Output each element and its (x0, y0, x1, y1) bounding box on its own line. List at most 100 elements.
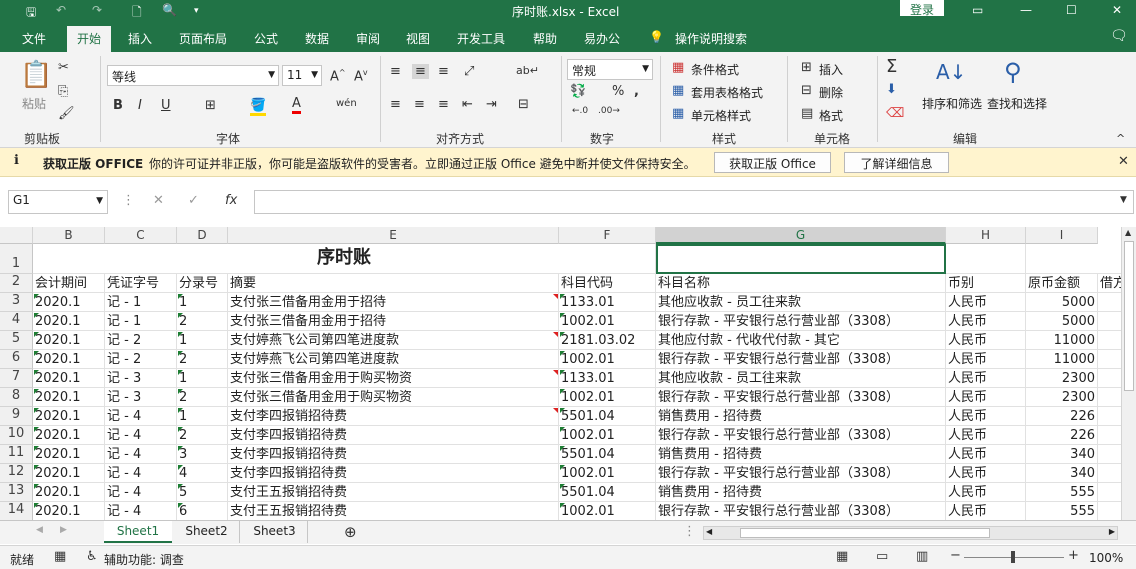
cell-voucher[interactable]: 记 - 2 (105, 350, 177, 369)
sort-filter-button[interactable]: 排序和筛选 (922, 95, 982, 112)
cut-icon[interactable]: ✂ (58, 60, 69, 75)
cell-period[interactable]: 2020.1 (33, 464, 105, 483)
tab-view[interactable]: 视图 (406, 30, 430, 47)
row-header[interactable]: 2 (0, 274, 33, 293)
cell-voucher[interactable]: 记 - 4 (105, 407, 177, 426)
cell-amount[interactable]: 5000 (1026, 312, 1098, 331)
col-header-i[interactable]: I (1026, 227, 1098, 244)
tab-data[interactable]: 数据 (305, 30, 329, 47)
print-preview-icon[interactable]: 🔍 (162, 3, 177, 17)
cell-account-name[interactable]: 销售费用 - 招待费 (656, 483, 946, 502)
merge-center-icon[interactable]: ⊟ (518, 97, 529, 112)
insert-cells-button[interactable]: 插入 (819, 61, 843, 78)
tab-page-layout[interactable]: 页面布局 (179, 30, 227, 47)
zoom-out-icon[interactable]: − (950, 548, 961, 563)
row-header[interactable]: 8 (0, 388, 33, 407)
row-header[interactable]: 12 (0, 464, 33, 483)
col-header-c[interactable]: C (105, 227, 177, 244)
zoom-slider-thumb[interactable] (1011, 551, 1015, 563)
cell-amount[interactable]: 340 (1026, 464, 1098, 483)
sheet-tab-2[interactable]: Sheet2 (174, 521, 240, 543)
cell-account-name[interactable]: 银行存款 - 平安银行总行营业部（3308） (656, 312, 946, 331)
customize-qat-icon[interactable]: ▾ (194, 6, 199, 16)
macro-record-icon[interactable]: ▦ (54, 549, 66, 564)
copy-icon[interactable]: ⎘ (58, 84, 68, 99)
enter-icon[interactable]: ✓ (188, 193, 199, 208)
cell-entry[interactable]: 1 (177, 369, 228, 388)
cell-period[interactable]: 2020.1 (33, 312, 105, 331)
horizontal-scrollbar[interactable]: ◀ ▶ (703, 526, 1118, 540)
insert-function-icon[interactable]: fx (225, 193, 237, 208)
sheet-tab-3[interactable]: Sheet3 (242, 521, 308, 543)
cell-style-icon[interactable]: ▦ (672, 106, 684, 121)
cell-currency[interactable]: 人民币 (946, 388, 1026, 407)
row-header[interactable]: 3 (0, 293, 33, 312)
cell-entry[interactable]: 3 (177, 445, 228, 464)
cell-currency[interactable]: 人民币 (946, 331, 1026, 350)
row-header[interactable]: 1 (0, 244, 33, 274)
cell-account-code[interactable]: 1002.01 (559, 312, 656, 331)
cell-amount[interactable]: 340 (1026, 445, 1098, 464)
cell-account-name[interactable]: 销售费用 - 招待费 (656, 445, 946, 464)
cell-account-code[interactable]: 1002.01 (559, 388, 656, 407)
tell-me-search[interactable]: 操作说明搜索 (675, 30, 747, 47)
cell-currency[interactable]: 人民币 (946, 293, 1026, 312)
cell-currency[interactable]: 人民币 (946, 426, 1026, 445)
wrap-text-icon[interactable]: ab↵ (516, 64, 539, 77)
cell-currency[interactable]: 人民币 (946, 502, 1026, 520)
find-select-icon[interactable]: ⚲ (1004, 58, 1022, 86)
cell-amount[interactable]: 555 (1026, 483, 1098, 502)
cell-entry[interactable]: 2 (177, 388, 228, 407)
cell-voucher[interactable]: 记 - 1 (105, 312, 177, 331)
cell-entry[interactable]: 5 (177, 483, 228, 502)
cell-currency[interactable]: 人民币 (946, 483, 1026, 502)
zoom-in-icon[interactable]: + (1068, 548, 1079, 563)
selected-cell-g1[interactable] (656, 244, 946, 274)
row-header[interactable]: 5 (0, 331, 33, 350)
fill-icon[interactable]: ⬇ (886, 82, 897, 97)
underline-icon[interactable]: U (161, 98, 171, 113)
cell-amount[interactable]: 2300 (1026, 388, 1098, 407)
cell-period[interactable]: 2020.1 (33, 445, 105, 464)
cell-summary[interactable]: 支付婷燕飞公司第四笔进度款 (228, 350, 559, 369)
cell-entry[interactable]: 1 (177, 293, 228, 312)
paste-button[interactable]: 粘贴 (22, 95, 46, 112)
clear-icon[interactable]: ⌫ (886, 106, 904, 121)
add-sheet-icon[interactable]: ⊕ (344, 523, 357, 541)
decrease-indent-icon[interactable]: ⇤ (462, 97, 473, 112)
cell-account-name[interactable]: 销售费用 - 招待费 (656, 407, 946, 426)
cell-account-name[interactable]: 其他应收款 - 员工往来款 (656, 369, 946, 388)
page-break-view-icon[interactable]: ▥ (916, 549, 928, 564)
col-header-b[interactable]: B (33, 227, 105, 244)
grow-font-icon[interactable]: A^ (330, 68, 346, 84)
scroll-up-icon[interactable]: ▲ (1125, 228, 1131, 237)
increase-indent-icon[interactable]: ⇥ (486, 97, 497, 112)
font-size-dropdown[interactable]: 11 ▼ (282, 65, 322, 86)
expand-formula-icon[interactable]: ▼ (1120, 195, 1127, 205)
tab-review[interactable]: 审阅 (356, 30, 380, 47)
login-button[interactable]: 登录 (900, 0, 945, 17)
row-header[interactable]: 7 (0, 369, 33, 388)
cell-entry[interactable]: 2 (177, 312, 228, 331)
col-header-g[interactable]: G (656, 227, 946, 244)
cell-account-code[interactable]: 1002.01 (559, 426, 656, 445)
cell-voucher[interactable]: 记 - 3 (105, 388, 177, 407)
comma-style-icon[interactable]: , (634, 84, 639, 99)
next-sheet-icon[interactable]: ▶ (60, 525, 67, 535)
cell-account-code[interactable]: 1002.01 (559, 464, 656, 483)
cell-currency[interactable]: 人民币 (946, 464, 1026, 483)
sheet-title-cell[interactable]: 序时账 (33, 244, 656, 274)
cell-voucher[interactable]: 记 - 4 (105, 483, 177, 502)
header-cell[interactable]: 科目代码 (559, 274, 656, 293)
cell-entry[interactable]: 6 (177, 502, 228, 520)
learn-more-button[interactable]: 了解详细信息 (844, 152, 949, 173)
cell-account-code[interactable]: 1002.01 (559, 350, 656, 369)
align-top-icon[interactable]: ≡ (390, 64, 401, 79)
cell-summary[interactable]: 支付李四报销招待费 (228, 407, 559, 426)
scroll-thumb[interactable] (1124, 241, 1134, 391)
close-notification-icon[interactable]: ✕ (1118, 154, 1129, 169)
tab-formulas[interactable]: 公式 (254, 30, 278, 47)
cell-period[interactable]: 2020.1 (33, 350, 105, 369)
accessibility-status[interactable]: 辅助功能: 调查 (104, 551, 184, 568)
cell-account-name[interactable]: 银行存款 - 平安银行总行营业部（3308） (656, 350, 946, 369)
